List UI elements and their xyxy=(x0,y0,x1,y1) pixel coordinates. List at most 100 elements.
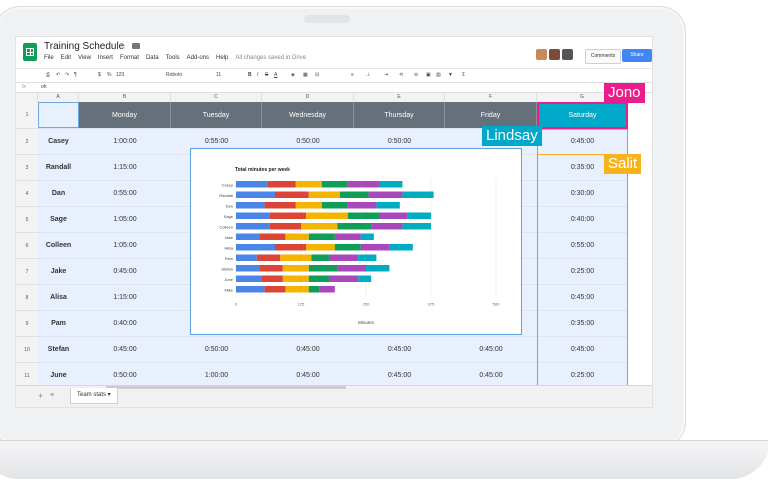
all-sheets-icon[interactable]: ≡ xyxy=(50,392,54,399)
time-cell[interactable]: 1:05:00 xyxy=(79,207,171,232)
row-header[interactable]: 7 xyxy=(16,259,38,285)
undo-icon[interactable]: ↶ xyxy=(56,72,60,78)
time-cell[interactable]: 0:25:00 xyxy=(537,259,628,284)
rotate-icon[interactable]: ⟲ xyxy=(399,72,403,78)
font-size-select[interactable]: 11 xyxy=(216,72,221,78)
paint-format-icon[interactable]: ¶ xyxy=(74,72,77,78)
share-button[interactable]: Share xyxy=(622,49,652,62)
menu-file[interactable]: File xyxy=(44,55,54,61)
avatar[interactable] xyxy=(536,49,547,60)
star-icon[interactable]: ☆ xyxy=(119,41,127,52)
time-cell[interactable]: 0:45:00 xyxy=(262,337,354,362)
formula-input[interactable]: oh xyxy=(41,84,47,90)
time-cell[interactable]: 0:45:00 xyxy=(79,259,171,284)
time-cell[interactable]: 0:45:00 xyxy=(537,337,628,362)
merge-icon[interactable]: ⊟ xyxy=(315,72,319,78)
name-cell[interactable]: Sage xyxy=(38,207,79,232)
day-header-cell[interactable]: Monday xyxy=(79,102,171,128)
functions-icon[interactable]: Σ xyxy=(462,72,465,78)
time-cell[interactable]: 1:05:00 xyxy=(79,233,171,258)
name-cell[interactable]: Pam xyxy=(38,311,79,336)
save-status[interactable]: All changes saved in Drive xyxy=(235,55,306,61)
chart-icon[interactable]: ▥ xyxy=(436,72,441,78)
font-select[interactable]: Roboto xyxy=(166,72,182,78)
sheets-logo-icon[interactable] xyxy=(23,43,37,61)
time-cell[interactable]: 0:45:00 xyxy=(79,337,171,362)
menu-format[interactable]: Format xyxy=(120,55,139,61)
column-header[interactable]: C xyxy=(171,93,262,102)
zoom-value[interactable]: 123 xyxy=(116,72,124,78)
day-header-cell[interactable]: Tuesday xyxy=(171,102,262,128)
day-header-cell[interactable]: Friday xyxy=(445,102,537,128)
print-icon[interactable]: ⎙ xyxy=(46,72,50,78)
row-header[interactable]: 5 xyxy=(16,207,38,233)
column-header[interactable]: E xyxy=(354,93,445,102)
align-icon[interactable]: ≡ xyxy=(351,72,354,78)
name-cell[interactable]: Randall xyxy=(38,155,79,180)
strikethrough-icon[interactable]: S xyxy=(265,72,268,78)
row-header[interactable]: 1 xyxy=(16,102,38,129)
day-header-cell[interactable]: Saturday xyxy=(537,102,628,128)
text-color-icon[interactable]: A xyxy=(274,72,277,78)
time-cell[interactable]: 0:45:00 xyxy=(537,285,628,310)
link-icon[interactable]: ⊖ xyxy=(414,72,418,78)
time-cell[interactable]: 0:50:00 xyxy=(171,337,262,362)
avatar[interactable] xyxy=(549,49,560,60)
italic-icon[interactable]: I xyxy=(257,72,258,78)
menu-data[interactable]: Data xyxy=(146,55,159,61)
name-cell[interactable]: Colleen xyxy=(38,233,79,258)
time-cell[interactable]: 0:40:00 xyxy=(537,207,628,232)
time-cell[interactable]: 0:40:00 xyxy=(79,311,171,336)
time-cell[interactable]: 0:55:00 xyxy=(79,181,171,206)
menu-insert[interactable]: Insert xyxy=(98,55,113,61)
filter-icon[interactable]: ▼ xyxy=(448,72,453,78)
row-header[interactable]: 6 xyxy=(16,233,38,259)
currency-icon[interactable]: $ xyxy=(98,72,101,78)
menu-edit[interactable]: Edit xyxy=(61,55,71,61)
menu-addons[interactable]: Add-ons xyxy=(187,55,209,61)
wrap-icon[interactable]: ⇥ xyxy=(384,72,388,78)
menu-help[interactable]: Help xyxy=(216,55,228,61)
time-cell[interactable]: 0:45:00 xyxy=(445,337,537,362)
redo-icon[interactable]: ↷ xyxy=(65,72,69,78)
name-cell[interactable]: Dan xyxy=(38,181,79,206)
percent-icon[interactable]: % xyxy=(107,72,111,78)
column-header[interactable]: B xyxy=(79,93,171,102)
row-header[interactable]: 9 xyxy=(16,311,38,337)
cell-a1[interactable] xyxy=(38,102,79,128)
name-cell[interactable]: Jake xyxy=(38,259,79,284)
add-sheet-icon[interactable]: + xyxy=(38,391,43,401)
column-header[interactable]: F xyxy=(445,93,537,102)
row-header[interactable]: 8 xyxy=(16,285,38,311)
column-header[interactable]: A xyxy=(38,93,79,102)
time-cell[interactable]: 1:15:00 xyxy=(79,155,171,180)
menu-tools[interactable]: Tools xyxy=(166,55,180,61)
row-header[interactable]: 10 xyxy=(16,337,38,363)
time-cell[interactable]: 0:35:00 xyxy=(537,311,628,336)
valign-icon[interactable]: ⊥ xyxy=(366,72,370,78)
borders-icon[interactable]: ▦ xyxy=(303,72,308,78)
row-header[interactable]: 2 xyxy=(16,129,38,155)
fill-color-icon[interactable]: ◈ xyxy=(291,72,295,78)
folder-icon[interactable] xyxy=(132,43,140,49)
row-header[interactable]: 4 xyxy=(16,181,38,207)
comments-button[interactable]: Comments xyxy=(585,49,621,64)
row-header[interactable]: 3 xyxy=(16,155,38,181)
time-cell[interactable]: 1:00:00 xyxy=(79,129,171,154)
bold-icon[interactable]: B xyxy=(248,72,252,78)
embedded-chart[interactable]: Total minutes per week 0 125 250 375 500 Casey… xyxy=(190,148,522,335)
menu-view[interactable]: View xyxy=(78,55,91,61)
document-title[interactable]: Training Schedule xyxy=(44,41,124,52)
name-cell[interactable]: Stefan xyxy=(38,337,79,362)
time-cell[interactable]: 0:30:00 xyxy=(537,181,628,206)
sheet-tab-team-stats[interactable]: Team stats ▾ xyxy=(70,388,118,404)
column-header[interactable]: D xyxy=(262,93,354,102)
avatar[interactable] xyxy=(562,49,573,60)
name-cell[interactable]: Alisa xyxy=(38,285,79,310)
horizontal-scrollbar[interactable] xyxy=(106,386,346,389)
comment-icon[interactable]: ▣ xyxy=(426,72,431,78)
name-cell[interactable]: Casey xyxy=(38,129,79,154)
time-cell[interactable]: 0:55:00 xyxy=(537,233,628,258)
day-header-cell[interactable]: Wednesday xyxy=(262,102,354,128)
day-header-cell[interactable]: Thursday xyxy=(354,102,445,128)
